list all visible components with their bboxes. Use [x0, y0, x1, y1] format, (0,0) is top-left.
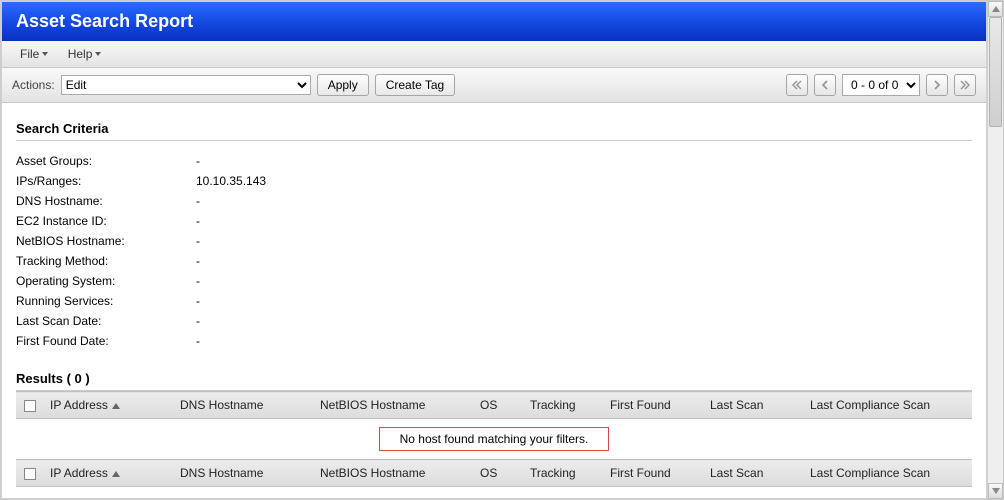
first-page-icon	[792, 80, 802, 90]
col-checkbox-footer[interactable]	[16, 460, 42, 487]
criteria-key: EC2 Instance ID:	[16, 214, 196, 228]
menu-bar: File Help	[2, 41, 986, 68]
criteria-key: IPs/Ranges:	[16, 174, 196, 188]
col-ip[interactable]: IP Address	[42, 392, 172, 419]
toolbar: Actions: Edit Apply Create Tag 0 - 0 of …	[2, 68, 986, 103]
criteria-key: First Found Date:	[16, 334, 196, 348]
criteria-value: 10.10.35.143	[196, 174, 266, 188]
criteria-row: First Found Date:-	[16, 331, 972, 351]
empty-row: No host found matching your filters.	[16, 419, 972, 460]
results-title: Results ( 0 )	[16, 351, 972, 391]
sort-asc-icon	[112, 471, 120, 477]
criteria-row: EC2 Instance ID:-	[16, 211, 972, 231]
menu-help[interactable]: Help	[60, 45, 110, 63]
actions-select[interactable]: Edit	[61, 75, 311, 95]
chevron-up-icon	[992, 6, 1000, 12]
results-grid: IP Address DNS Hostname NetBIOS Hostname…	[16, 391, 972, 487]
col-os[interactable]: OS	[472, 460, 522, 487]
col-netbios[interactable]: NetBIOS Hostname	[312, 460, 472, 487]
criteria-title: Search Criteria	[16, 121, 972, 141]
col-netbios[interactable]: NetBIOS Hostname	[312, 392, 472, 419]
table-footer-row: IP Address DNS Hostname NetBIOS Hostname…	[16, 460, 972, 487]
checkbox-icon[interactable]	[24, 400, 36, 412]
prev-page-button[interactable]	[814, 74, 836, 96]
scrollbar-thumb[interactable]	[989, 17, 1002, 127]
criteria-value: -	[196, 154, 200, 168]
criteria-key: Running Services:	[16, 294, 196, 308]
criteria-row: DNS Hostname:-	[16, 191, 972, 211]
criteria-row: Running Services:-	[16, 291, 972, 311]
first-page-button[interactable]	[786, 74, 808, 96]
col-ip-label: IP Address	[50, 398, 108, 412]
scroll-down-button[interactable]	[988, 483, 1003, 499]
criteria-row: Last Scan Date:-	[16, 311, 972, 331]
checkbox-icon[interactable]	[24, 468, 36, 480]
app-inner: Asset Search Report File Help Actions: E…	[1, 1, 987, 499]
criteria-value: -	[196, 334, 200, 348]
content-area: Search Criteria Asset Groups:- IPs/Range…	[2, 103, 986, 497]
next-page-button[interactable]	[926, 74, 948, 96]
col-dns[interactable]: DNS Hostname	[172, 392, 312, 419]
apply-button[interactable]: Apply	[317, 74, 369, 96]
last-page-icon	[960, 80, 970, 90]
col-dns[interactable]: DNS Hostname	[172, 460, 312, 487]
criteria-key: Operating System:	[16, 274, 196, 288]
col-tracking[interactable]: Tracking	[522, 392, 602, 419]
criteria-row: Asset Groups:-	[16, 151, 972, 171]
chevron-down-icon	[42, 52, 48, 56]
menu-help-label: Help	[68, 47, 93, 61]
col-tracking[interactable]: Tracking	[522, 460, 602, 487]
col-last-compliance[interactable]: Last Compliance Scan	[802, 392, 972, 419]
chevron-left-icon	[821, 80, 829, 90]
chevron-right-icon	[933, 80, 941, 90]
criteria-row: NetBIOS Hostname:-	[16, 231, 972, 251]
page-range-select[interactable]: 0 - 0 of 0	[842, 74, 920, 96]
criteria-table: Asset Groups:- IPs/Ranges:10.10.35.143 D…	[16, 151, 972, 351]
criteria-key: Tracking Method:	[16, 254, 196, 268]
criteria-key: NetBIOS Hostname:	[16, 234, 196, 248]
sort-asc-icon	[112, 403, 120, 409]
menu-file[interactable]: File	[12, 45, 56, 63]
table-header-row: IP Address DNS Hostname NetBIOS Hostname…	[16, 392, 972, 419]
col-last-scan[interactable]: Last Scan	[702, 460, 802, 487]
criteria-key: Last Scan Date:	[16, 314, 196, 328]
criteria-value: -	[196, 234, 200, 248]
col-last-compliance[interactable]: Last Compliance Scan	[802, 460, 972, 487]
criteria-key: Asset Groups:	[16, 154, 196, 168]
col-last-scan[interactable]: Last Scan	[702, 392, 802, 419]
criteria-row: IPs/Ranges:10.10.35.143	[16, 171, 972, 191]
criteria-value: -	[196, 254, 200, 268]
scroll-up-button[interactable]	[988, 1, 1003, 17]
criteria-key: DNS Hostname:	[16, 194, 196, 208]
criteria-row: Tracking Method:-	[16, 251, 972, 271]
criteria-value: -	[196, 194, 200, 208]
criteria-value: -	[196, 314, 200, 328]
col-ip-label: IP Address	[50, 466, 108, 480]
page-title: Asset Search Report	[2, 2, 986, 41]
scrollbar-track[interactable]	[988, 17, 1003, 483]
criteria-value: -	[196, 214, 200, 228]
col-first-found[interactable]: First Found	[602, 460, 702, 487]
last-page-button[interactable]	[954, 74, 976, 96]
chevron-down-icon	[95, 52, 101, 56]
criteria-value: -	[196, 294, 200, 308]
col-ip[interactable]: IP Address	[42, 460, 172, 487]
create-tag-button[interactable]: Create Tag	[375, 74, 455, 96]
criteria-value: -	[196, 274, 200, 288]
criteria-row: Operating System:-	[16, 271, 972, 291]
col-os[interactable]: OS	[472, 392, 522, 419]
vertical-scrollbar[interactable]	[987, 1, 1003, 499]
empty-message: No host found matching your filters.	[379, 427, 610, 451]
col-first-found[interactable]: First Found	[602, 392, 702, 419]
chevron-down-icon	[992, 488, 1000, 494]
col-checkbox-header[interactable]	[16, 392, 42, 419]
actions-label: Actions:	[12, 78, 55, 92]
app-window: Asset Search Report File Help Actions: E…	[0, 0, 1004, 500]
menu-file-label: File	[20, 47, 39, 61]
